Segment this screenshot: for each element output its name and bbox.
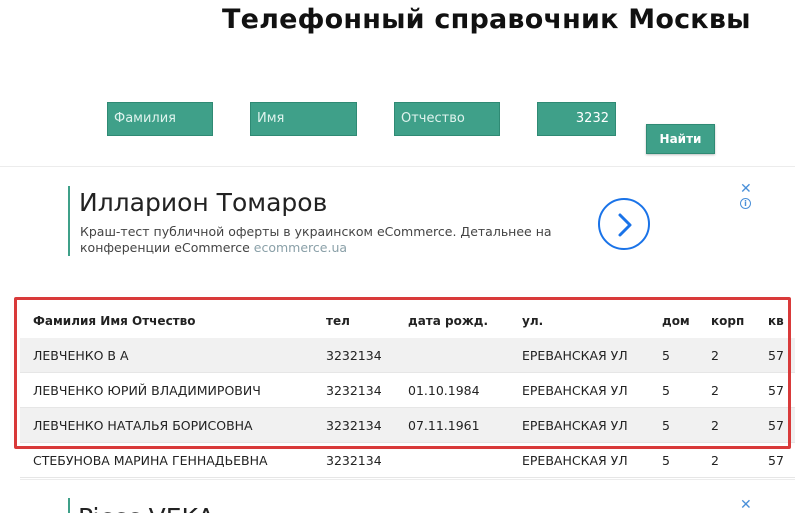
ad-description: Краш-тест публичной оферты в украинском …	[80, 224, 580, 256]
cell-kv: 57	[768, 453, 784, 468]
cell-name: СТЕБУНОВА МАРИНА ГЕННАДЬЕВНА	[33, 453, 268, 468]
ad-banner[interactable]: Илларион Томаров Краш-тест публичной офе…	[68, 186, 768, 258]
header-street: ул.	[522, 314, 544, 328]
header-kv: кв	[768, 314, 784, 328]
ad-accent-bar	[68, 498, 70, 513]
phone-input[interactable]: 3232	[537, 102, 616, 136]
table-row: ЛЕВЧЕНКО НАТАЛЬЯ БОРИСОВНА 3232134 07.11…	[20, 408, 795, 443]
cell-kv: 57	[768, 418, 784, 433]
cell-name: ЛЕВЧЕНКО НАТАЛЬЯ БОРИСОВНА	[33, 418, 253, 433]
close-icon[interactable]: ✕	[740, 497, 752, 513]
header-korp: корп	[711, 314, 745, 328]
cell-street: ЕРЕВАНСКАЯ УЛ	[522, 348, 628, 363]
table-header-row: Фамилия Имя Отчество тел дата рожд. ул. …	[20, 302, 795, 338]
info-icon[interactable]: i	[740, 198, 751, 209]
header-dob: дата рожд.	[408, 314, 489, 328]
search-button[interactable]: Найти	[646, 124, 715, 154]
table-row: СТЕБУНОВА МАРИНА ГЕННАДЬЕВНА 3232134 ЕРЕ…	[20, 443, 795, 478]
ad2-title[interactable]: Piccc VEKA	[78, 503, 215, 513]
cell-tel: 3232134	[326, 418, 382, 433]
cell-korp: 2	[711, 418, 719, 433]
ad-domain[interactable]: ecommerce.ua	[254, 240, 347, 255]
cell-korp: 2	[711, 383, 719, 398]
cell-korp: 2	[711, 453, 719, 468]
name-input[interactable]: Имя	[250, 102, 357, 136]
results-table: Фамилия Имя Отчество тел дата рожд. ул. …	[20, 302, 795, 478]
cell-street: ЕРЕВАНСКАЯ УЛ	[522, 453, 628, 468]
cell-kv: 57	[768, 383, 784, 398]
phonebook-page: Телефонный справочник Москвы Фамилия Имя…	[0, 0, 795, 513]
cell-tel: 3232134	[326, 453, 382, 468]
cell-name: ЛЕВЧЕНКО В А	[33, 348, 129, 363]
surname-input[interactable]: Фамилия	[107, 102, 213, 136]
ad-arrow-button[interactable]	[598, 198, 650, 250]
ad-accent-bar	[68, 186, 70, 256]
header-tel: тел	[326, 314, 350, 328]
page-title: Телефонный справочник Москвы	[222, 4, 751, 35]
header-house: дом	[662, 314, 690, 328]
divider	[0, 166, 795, 167]
cell-street: ЕРЕВАНСКАЯ УЛ	[522, 418, 628, 433]
table-row: ЛЕВЧЕНКО В А 3232134 ЕРЕВАНСКАЯ УЛ 5 2 5…	[20, 338, 795, 373]
cell-house: 5	[662, 383, 670, 398]
cell-tel: 3232134	[326, 383, 382, 398]
close-icon[interactable]: ✕	[740, 181, 752, 197]
cell-dob: 07.11.1961	[408, 418, 480, 433]
ad-title[interactable]: Илларион Томаров	[79, 188, 327, 217]
cell-house: 5	[662, 418, 670, 433]
cell-house: 5	[662, 348, 670, 363]
chevron-right-icon	[618, 213, 632, 237]
cell-house: 5	[662, 453, 670, 468]
patronymic-input[interactable]: Отчество	[394, 102, 500, 136]
cell-korp: 2	[711, 348, 719, 363]
cell-dob: 01.10.1984	[408, 383, 480, 398]
cell-tel: 3232134	[326, 348, 382, 363]
divider	[20, 479, 795, 480]
cell-kv: 57	[768, 348, 784, 363]
cell-name: ЛЕВЧЕНКО ЮРИЙ ВЛАДИМИРОВИЧ	[33, 383, 261, 398]
table-row: ЛЕВЧЕНКО ЮРИЙ ВЛАДИМИРОВИЧ 3232134 01.10…	[20, 373, 795, 408]
cell-street: ЕРЕВАНСКАЯ УЛ	[522, 383, 628, 398]
header-name: Фамилия Имя Отчество	[33, 314, 196, 328]
